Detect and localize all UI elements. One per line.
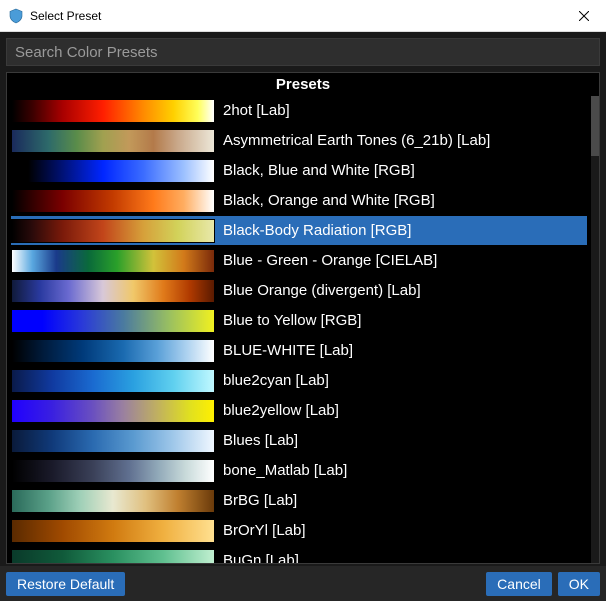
restore-default-button[interactable]: Restore Default	[6, 572, 125, 596]
preset-label: Blues [Lab]	[223, 432, 298, 449]
color-swatch	[11, 339, 215, 363]
preset-label: Asymmetrical Earth Tones (6_21b) [Lab]	[223, 132, 490, 149]
preset-label: blue2yellow [Lab]	[223, 402, 339, 419]
color-swatch	[11, 549, 215, 564]
preset-row[interactable]: BrBG [Lab]	[11, 486, 587, 515]
ok-button[interactable]: OK	[558, 572, 600, 596]
color-swatch	[11, 129, 215, 153]
color-swatch	[11, 489, 215, 513]
preset-row[interactable]: BuGn [Lab]	[11, 546, 587, 563]
color-swatch	[11, 219, 215, 243]
color-swatch	[11, 399, 215, 423]
preset-label: Blue - Green - Orange [CIELAB]	[223, 252, 437, 269]
preset-label: BLUE-WHITE [Lab]	[223, 342, 353, 359]
color-swatch	[11, 159, 215, 183]
preset-label: blue2cyan [Lab]	[223, 372, 329, 389]
preset-row[interactable]: 2hot [Lab]	[11, 96, 587, 125]
color-swatch	[11, 309, 215, 333]
presets-header: Presets	[7, 73, 599, 96]
presets-list[interactable]: 2hot [Lab] Asymmetrical Earth Tones (6_21…	[7, 96, 599, 563]
preset-row[interactable]: Black-Body Radiation [RGB]	[11, 216, 587, 245]
color-swatch	[11, 519, 215, 543]
color-swatch	[11, 189, 215, 213]
color-swatch	[11, 369, 215, 393]
preset-row[interactable]: blue2cyan [Lab]	[11, 366, 587, 395]
preset-row[interactable]: BLUE-WHITE [Lab]	[11, 336, 587, 365]
color-swatch	[11, 249, 215, 273]
dialog-footer: Restore Default Cancel OK	[0, 566, 606, 601]
preset-label: Black, Orange and White [RGB]	[223, 192, 435, 209]
preset-label: Black-Body Radiation [RGB]	[223, 222, 411, 239]
preset-row[interactable]: Blue - Green - Orange [CIELAB]	[11, 246, 587, 275]
preset-row[interactable]: BrOrYl [Lab]	[11, 516, 587, 545]
preset-row[interactable]: Black, Orange and White [RGB]	[11, 186, 587, 215]
preset-label: 2hot [Lab]	[223, 102, 290, 119]
preset-label: Blue to Yellow [RGB]	[223, 312, 361, 329]
preset-label: BrBG [Lab]	[223, 492, 297, 509]
preset-row[interactable]: Asymmetrical Earth Tones (6_21b) [Lab]	[11, 126, 587, 155]
cancel-button[interactable]: Cancel	[486, 572, 552, 596]
app-icon	[8, 8, 24, 24]
preset-label: bone_Matlab [Lab]	[223, 462, 347, 479]
preset-row[interactable]: Blue to Yellow [RGB]	[11, 306, 587, 335]
scrollbar-thumb[interactable]	[591, 96, 599, 156]
color-swatch	[11, 279, 215, 303]
presets-panel: Presets 2hot [Lab] Asymmetrical Earth Ton…	[6, 72, 600, 564]
preset-row[interactable]: Blues [Lab]	[11, 426, 587, 455]
preset-label: Blue Orange (divergent) [Lab]	[223, 282, 421, 299]
preset-row[interactable]: Black, Blue and White [RGB]	[11, 156, 587, 185]
window-title: Select Preset	[30, 9, 561, 23]
preset-row[interactable]: Blue Orange (divergent) [Lab]	[11, 276, 587, 305]
close-button[interactable]	[561, 0, 606, 31]
preset-label: BrOrYl [Lab]	[223, 522, 306, 539]
search-input[interactable]	[6, 38, 600, 66]
preset-row[interactable]: blue2yellow [Lab]	[11, 396, 587, 425]
color-swatch	[11, 429, 215, 453]
preset-label: Black, Blue and White [RGB]	[223, 162, 415, 179]
titlebar: Select Preset	[0, 0, 606, 32]
scrollbar-track[interactable]	[591, 96, 599, 563]
preset-label: BuGn [Lab]	[223, 552, 299, 563]
color-swatch	[11, 459, 215, 483]
color-swatch	[11, 99, 215, 123]
dialog-content: Presets 2hot [Lab] Asymmetrical Earth Ton…	[0, 32, 606, 601]
preset-row[interactable]: bone_Matlab [Lab]	[11, 456, 587, 485]
